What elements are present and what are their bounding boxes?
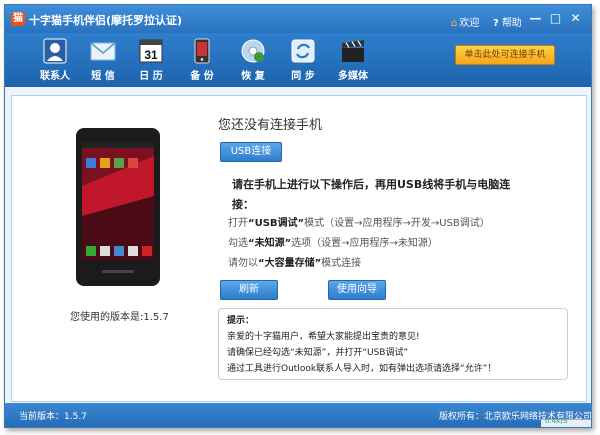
close-button[interactable]: ✕ (569, 12, 582, 25)
step1-bold: “USB调试” (248, 218, 305, 229)
step3-post: 模式连接 (321, 258, 362, 269)
welcome-link[interactable]: ⌂ 欢迎 (451, 14, 479, 29)
instruction-text-2: 接： (232, 198, 254, 211)
tips-box: 提示： 亲爱的十字猫用户，希望大家能提出宝贵的意见! 请确保已经勾选“未知源”，… (218, 308, 568, 380)
tool-calendar-label: 日 历 (139, 71, 163, 82)
step-unknown-source: 勾选“未知源”选项（设置→应用程序→未知源） (228, 234, 438, 249)
tool-contacts[interactable]: 联系人 (31, 37, 79, 85)
page-title: 您还没有连接手机 (218, 118, 323, 133)
version-info: 您使用的版本是:1.5.7 (70, 312, 169, 323)
media-icon (342, 40, 364, 62)
tool-sms[interactable]: 短 信 (79, 37, 127, 85)
app-title: 十字猫手机伴侣(摩托罗拉认证) (29, 14, 183, 27)
title-bar[interactable]: 猫 十字猫手机伴侣(摩托罗拉认证) ⌂ 欢迎 ? 帮助 — □ ✕ (5, 5, 591, 33)
help-link[interactable]: ? 帮助 (493, 14, 522, 29)
usb-connect-button[interactable]: USB连接 (220, 142, 282, 162)
tips-title: 提示： (227, 316, 255, 326)
tool-restore[interactable]: 恢 复 (229, 37, 277, 85)
main-panel: 您使用的版本是:1.5.7 您还没有连接手机 USB连接 请在手机上进行以下操作… (11, 95, 587, 402)
step3-pre: 请勿以 (228, 258, 258, 269)
tool-restore-label: 恢 复 (241, 71, 265, 82)
phone-image (76, 128, 160, 286)
calendar-day: 31 (144, 48, 158, 62)
sms-icon (90, 42, 116, 61)
calendar-icon: 31 (139, 39, 163, 63)
status-bar: 当前版本：1.5.7 版权所有：北京欧乐网络技术有限公司 0.4K/S (5, 403, 591, 427)
step3-bold: “大容量存储” (258, 258, 322, 269)
step-no-mass-storage: 请勿以“大容量存储”模式连接 (228, 254, 361, 269)
app-window: 猫 十字猫手机伴侣(摩托罗拉认证) ⌂ 欢迎 ? 帮助 — □ ✕ 联系人 短 信 (4, 4, 592, 428)
step2-bold: “未知源” (248, 238, 292, 249)
step2-post: 选项（设置→应用程序→未知源） (291, 238, 438, 249)
step-usb-debug: 打开“USB调试”模式（设置→应用程序→开发→USB调试） (228, 214, 490, 229)
maximize-button[interactable]: □ (549, 12, 562, 25)
usage-guide-button[interactable]: 使用向导 (328, 280, 386, 300)
step1-pre: 打开 (228, 218, 248, 229)
home-icon: ⌂ (451, 18, 458, 29)
tool-media[interactable]: 多媒体 (329, 37, 377, 85)
status-version: 当前版本：1.5.7 (19, 412, 87, 422)
tool-sms-label: 短 信 (91, 71, 115, 82)
tool-sync-label: 同 步 (291, 71, 315, 82)
instruction-text: 请在手机上进行以下操作后，再用USB线将手机与电脑连 (232, 178, 511, 191)
tip-line: 亲爱的十字猫用户，希望大家能提出宝贵的意见! (227, 332, 420, 342)
tool-calendar[interactable]: 31 日 历 (127, 37, 175, 85)
question-icon: ? (493, 18, 499, 29)
network-speed: 0.4K/S (545, 417, 568, 425)
tip-line: 请确保已经勾选“未知源”，并打开“USB调试” (227, 348, 409, 358)
connect-phone-button[interactable]: 单击此处可连接手机 (455, 45, 555, 65)
step1-post: 模式（设置→应用程序→开发→USB调试） (304, 218, 490, 229)
step2-pre: 勾选 (228, 238, 248, 249)
tool-backup-label: 备 份 (190, 71, 214, 82)
backup-icon (194, 38, 210, 64)
tool-sync[interactable]: 同 步 (279, 37, 327, 85)
refresh-button[interactable]: 刷新 (220, 280, 278, 300)
sync-icon (291, 39, 315, 63)
tool-backup[interactable]: 备 份 (178, 37, 226, 85)
help-label: 帮助 (501, 18, 522, 29)
welcome-label: 欢迎 (459, 18, 480, 29)
tip-line: 通过工具进行Outlook联系人导入时，如有弹出选项请选择“允许”！ (227, 364, 497, 374)
app-logo-icon: 猫 (11, 12, 25, 26)
toolbar: 联系人 短 信 31 日 历 备 份 恢 复 同 步 多媒体 单击此处可连接手机 (5, 33, 591, 87)
tool-media-label: 多媒体 (338, 71, 368, 82)
minimize-button[interactable]: — (529, 12, 542, 25)
contacts-icon (43, 38, 67, 64)
tool-contacts-label: 联系人 (40, 71, 70, 82)
restore-icon (241, 39, 265, 63)
